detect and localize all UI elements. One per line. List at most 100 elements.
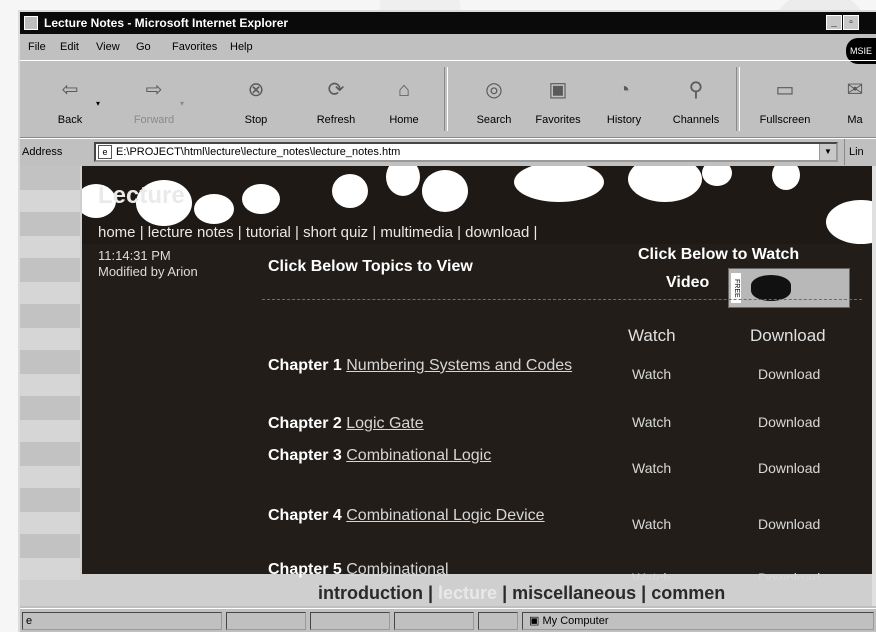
watch-link[interactable]: Watch <box>632 414 671 430</box>
window-title: Lecture Notes - Microsoft Internet Explo… <box>44 16 289 30</box>
chapter-link[interactable]: Logic Gate <box>346 415 423 432</box>
address-dropdown-icon[interactable]: ▼ <box>819 144 836 160</box>
page-banner: Lecture home | lecture notes | tutorial … <box>82 166 876 244</box>
address-bar: Address e E:\PROJECT\html\lecture\lectur… <box>20 138 876 165</box>
favorites-folder-icon: ▣ <box>548 79 568 101</box>
nav-introduction[interactable]: introduction <box>318 583 423 603</box>
status-panel <box>226 612 306 630</box>
home-button[interactable]: ⌂ Home <box>376 61 432 137</box>
back-arrow-icon: ⇦ <box>61 79 79 101</box>
nav-separator: | <box>497 583 513 603</box>
computer-icon: ▣ <box>529 615 540 627</box>
forward-button[interactable]: ⇨ ▾ Forward <box>126 61 184 137</box>
minimize-button[interactable]: _ <box>826 15 842 30</box>
back-label: Back <box>57 114 83 126</box>
watch-link[interactable]: Watch <box>632 366 671 382</box>
chapter-row: Chapter 3 Combinational Logic <box>268 444 578 468</box>
status-panel <box>310 612 390 630</box>
search-button[interactable]: ◎ Search <box>466 61 522 137</box>
bottom-navigation: introduction | lecture | miscellaneous |… <box>20 580 876 606</box>
zone-label: My Computer <box>542 615 609 627</box>
address-value: E:\PROJECT\html\lecture\lecture_notes\le… <box>116 146 401 158</box>
chapter-number: Chapter 3 <box>268 447 342 464</box>
menu-edit[interactable]: Edit <box>60 36 79 58</box>
menu-view[interactable]: View <box>96 36 120 58</box>
chapter-number: Chapter 5 <box>268 561 342 578</box>
page-status-icon: e <box>26 615 33 627</box>
status-panel <box>394 612 474 630</box>
page-banner-title: Lecture <box>98 182 185 209</box>
topics-heading: Click Below Topics to View <box>268 258 473 275</box>
real-player-badge[interactable]: FREE <box>728 268 850 308</box>
back-dropdown-icon[interactable]: ▾ <box>96 99 100 108</box>
download-link[interactable]: Download <box>758 366 820 382</box>
video-heading-line2: Video <box>666 274 710 291</box>
history-button[interactable]: ◔ History <box>596 61 652 137</box>
favorites-button[interactable]: ▣ Favorites <box>530 61 586 137</box>
fullscreen-button[interactable]: ▭ Fullscreen <box>750 61 820 137</box>
watch-link[interactable]: Watch <box>632 516 671 532</box>
player-logo-icon <box>751 275 791 301</box>
stop-button[interactable]: ⊗ Stop <box>228 61 284 137</box>
window-edge <box>872 166 876 606</box>
page-info: 11:14:31 PM Modified by Arion <box>98 248 198 280</box>
title-bar[interactable]: Lecture Notes - Microsoft Internet Explo… <box>20 12 876 34</box>
back-button[interactable]: ⇦ ▾ Back <box>42 61 100 137</box>
channels-icon: ⚲ <box>688 79 704 101</box>
chapter-number: Chapter 1 <box>268 357 342 374</box>
maximize-button[interactable]: ▫ <box>843 15 859 30</box>
fullscreen-label: Fullscreen <box>759 114 811 126</box>
forward-label: Forward <box>133 114 175 126</box>
favorites-label: Favorites <box>535 114 581 126</box>
toolbar-separator <box>736 67 740 131</box>
stop-icon: ⊗ <box>247 79 265 101</box>
site-navigation[interactable]: home | lecture notes | tutorial | short … <box>98 224 537 241</box>
address-field[interactable]: e E:\PROJECT\html\lecture\lecture_notes\… <box>94 142 838 162</box>
nav-comments[interactable]: commen <box>651 583 725 603</box>
menu-favorites[interactable]: Favorites <box>172 36 217 58</box>
chapter-number: Chapter 2 <box>268 415 342 432</box>
home-label: Home <box>389 114 419 126</box>
nav-lecture[interactable]: lecture <box>438 583 497 603</box>
menu-help[interactable]: Help <box>230 36 253 58</box>
address-label: Address <box>22 146 63 158</box>
chapter-number: Chapter 4 <box>268 507 342 524</box>
mail-label: Ma <box>847 114 863 126</box>
chapter-link[interactable]: Numbering Systems and Codes <box>346 357 572 374</box>
menu-bar: File Edit View Go Favorites Help MSIE <box>20 36 876 64</box>
status-panel <box>478 612 518 630</box>
refresh-label: Refresh <box>316 114 356 126</box>
divider <box>262 299 862 300</box>
nav-separator: | <box>636 583 652 603</box>
mail-button[interactable]: ✉ Ma <box>832 61 876 137</box>
refresh-icon: ⟳ <box>327 79 345 101</box>
watch-column-header: Watch <box>628 326 676 345</box>
links-toolbar[interactable]: Lin <box>844 139 864 165</box>
refresh-button[interactable]: ⟳ Refresh <box>308 61 364 137</box>
clock-time: 11:14:31 PM <box>98 248 171 263</box>
download-link[interactable]: Download <box>758 460 820 476</box>
channels-button[interactable]: ⚲ Channels <box>668 61 724 137</box>
status-bar: e ▣ My Computer <box>20 608 876 632</box>
chapter-row: Chapter 4 Combinational Logic Device <box>268 504 578 528</box>
chapter-link[interactable]: Combinational Logic Device <box>346 507 544 524</box>
watch-link[interactable]: Watch <box>632 460 671 476</box>
forward-arrow-icon: ⇨ <box>145 79 163 101</box>
home-icon: ⌂ <box>397 79 411 101</box>
channels-label: Channels <box>672 114 720 126</box>
menu-file[interactable]: File <box>28 36 46 58</box>
download-link[interactable]: Download <box>758 516 820 532</box>
chapter-row: Chapter 1 Numbering Systems and Codes <box>268 354 578 378</box>
menu-go[interactable]: Go <box>136 36 151 58</box>
download-link[interactable]: Download <box>758 414 820 430</box>
forward-dropdown-icon[interactable]: ▾ <box>180 99 184 108</box>
nav-miscellaneous[interactable]: miscellaneous <box>512 583 636 603</box>
browser-window: Lecture Notes - Microsoft Internet Explo… <box>18 10 876 632</box>
modified-by: Modified by Arion <box>98 264 198 279</box>
search-label: Search <box>476 114 512 126</box>
page-icon: e <box>98 145 112 159</box>
chapter-link[interactable]: Combinational Logic <box>346 447 491 464</box>
chapter-link[interactable]: Combinational <box>346 561 448 578</box>
search-icon: ◎ <box>485 79 503 101</box>
fullscreen-icon: ▭ <box>775 79 795 101</box>
